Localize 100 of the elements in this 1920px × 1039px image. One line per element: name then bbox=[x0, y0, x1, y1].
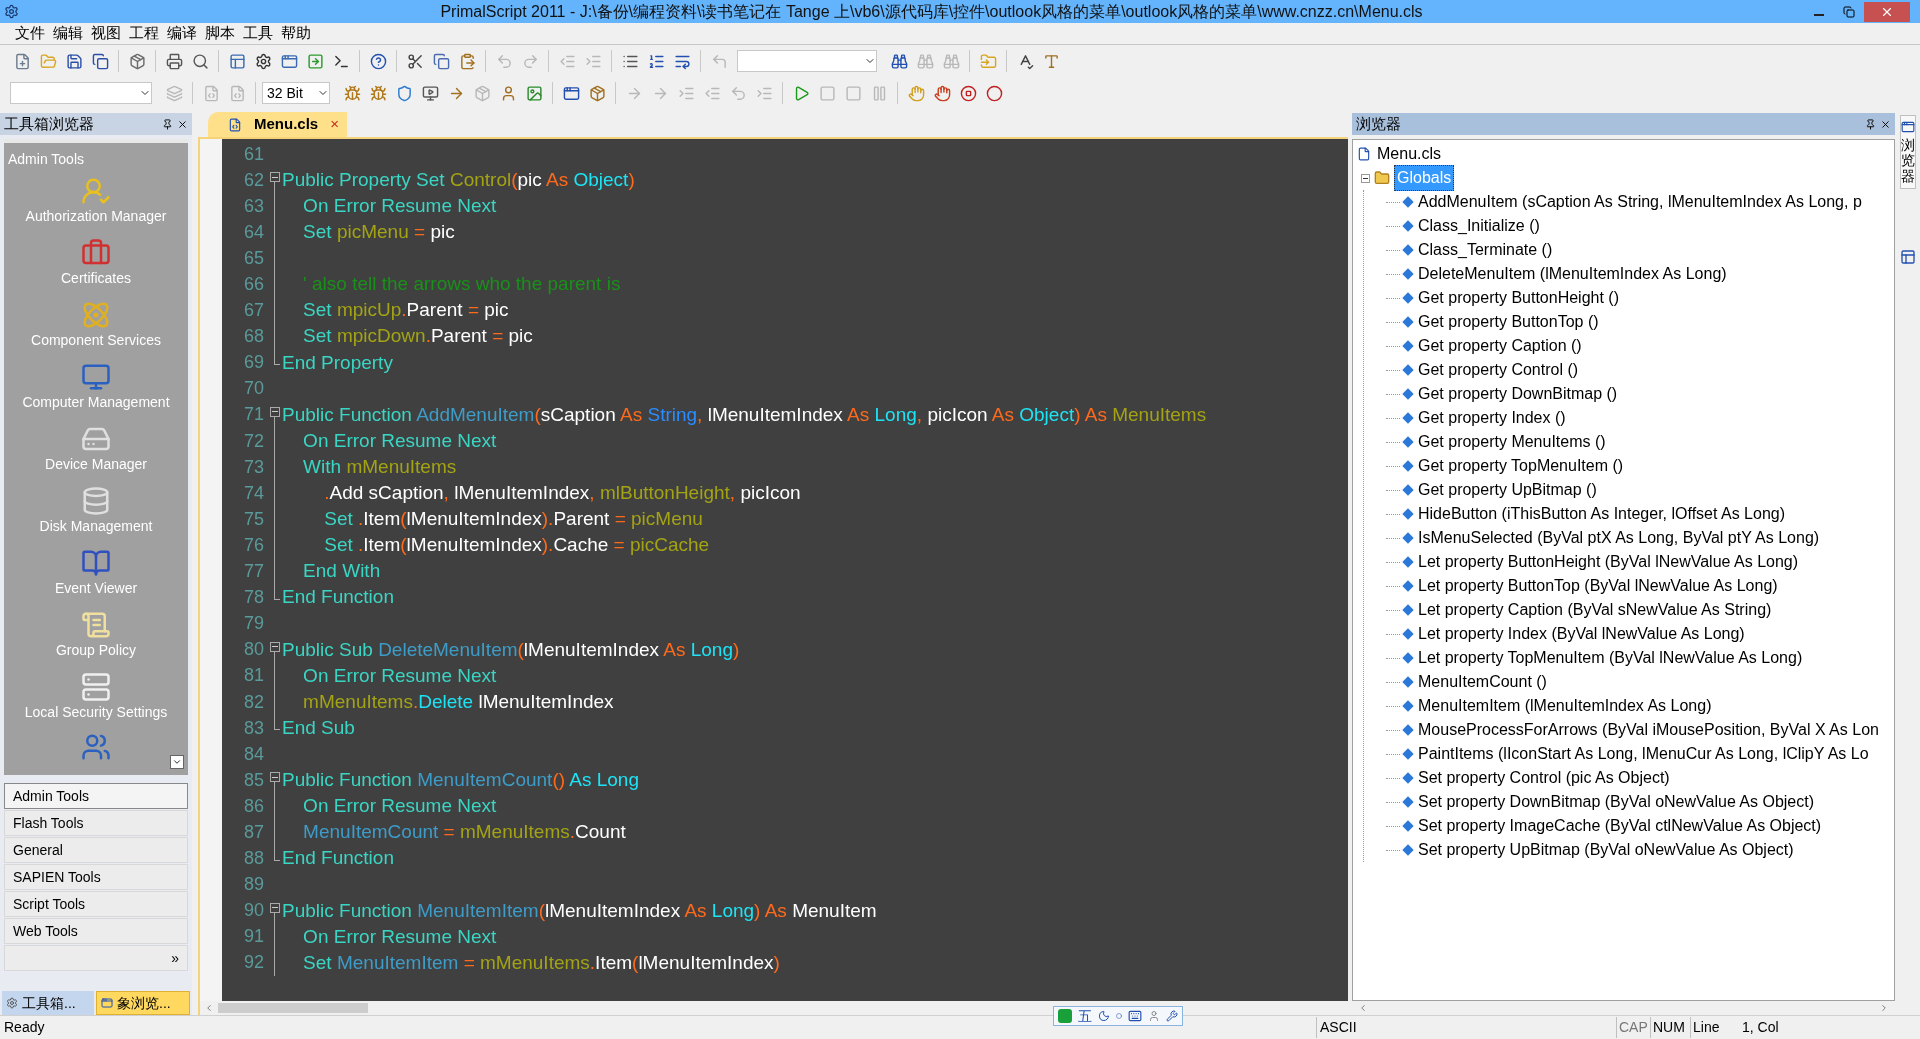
code-line: Set .Item(lMenuItemIndex).Parent = picMenu bbox=[323, 507, 703, 532]
scroll-down-button[interactable] bbox=[170, 755, 184, 769]
pin-icon[interactable] bbox=[162, 118, 173, 130]
menu-item[interactable]: 编辑 bbox=[52, 22, 84, 45]
tree-item[interactable]: MenuItemItem (lMenuItemIndex As Long) bbox=[1416, 694, 1714, 718]
method-icon bbox=[1402, 268, 1414, 280]
tree-item[interactable]: DeleteMenuItem (lMenuItemIndex As Long) bbox=[1416, 262, 1729, 286]
tree-item[interactable]: PaintItems (lIconStart As Long, lMenuCur As Long, lClipY As Lo bbox=[1416, 742, 1871, 766]
method-icon bbox=[1402, 196, 1414, 208]
menu-item[interactable]: 视图 bbox=[90, 22, 122, 45]
tree-item[interactable]: Get property ButtonHeight () bbox=[1416, 286, 1621, 310]
line-number: 89 bbox=[242, 873, 264, 897]
close-icon[interactable] bbox=[177, 118, 188, 130]
document-icon[interactable] bbox=[1899, 249, 1916, 266]
folder-icon bbox=[1374, 170, 1390, 186]
tree-item[interactable]: Get property UpBitmap () bbox=[1416, 478, 1599, 502]
editor-tab[interactable]: Menu.cls × bbox=[208, 112, 347, 137]
line-number: 78 bbox=[242, 586, 264, 610]
fold-toggle[interactable] bbox=[270, 902, 280, 913]
scroll-left-icon[interactable] bbox=[1358, 1003, 1368, 1013]
tree-item[interactable]: Class_Terminate () bbox=[1416, 238, 1555, 262]
window-icon bbox=[1900, 120, 1915, 134]
group-button[interactable]: Web Tools bbox=[4, 918, 188, 944]
tree-item[interactable]: Let property Index (ByVal lNewValue As Long) bbox=[1416, 622, 1747, 646]
menu-item[interactable]: 脚本 bbox=[204, 22, 236, 45]
tree-item[interactable]: Set property ImageCache (ByVal ctlNewValue As Object) bbox=[1416, 814, 1824, 838]
group-button[interactable]: SAPIEN Tools bbox=[4, 864, 188, 890]
scrollbar-thumb[interactable] bbox=[218, 1003, 368, 1013]
database-icon[interactable] bbox=[81, 485, 111, 516]
menu-item[interactable]: 文件 bbox=[14, 22, 46, 45]
tree-item[interactable]: MenuItemCount () bbox=[1416, 670, 1549, 694]
side-tab[interactable]: 浏览器 bbox=[1899, 115, 1916, 190]
code-editor[interactable] bbox=[222, 139, 1348, 1001]
group-button[interactable]: Admin Tools bbox=[4, 783, 188, 809]
line-number: 74 bbox=[242, 481, 264, 505]
fold-toggle[interactable] bbox=[270, 172, 280, 183]
line-number: 62 bbox=[242, 168, 264, 192]
tree-item[interactable]: Get property DownBitmap () bbox=[1416, 382, 1620, 406]
tree-item[interactable]: Get property Caption () bbox=[1416, 334, 1584, 358]
close-icon[interactable] bbox=[1880, 118, 1891, 130]
tree-item[interactable]: Set property Control (pic As Object) bbox=[1416, 766, 1672, 790]
line-number: 80 bbox=[242, 638, 264, 662]
fold-toggle[interactable] bbox=[270, 772, 280, 783]
code-line: ' also tell the arrows who the parent is bbox=[302, 272, 621, 297]
code-line: MenuItemCount = mMenuItems.Count bbox=[302, 820, 626, 845]
ime-mode[interactable]: 五 bbox=[1078, 1005, 1092, 1027]
group-button[interactable]: Flash Tools bbox=[4, 810, 188, 836]
pin-icon[interactable] bbox=[1865, 118, 1876, 130]
tree-item[interactable]: Get property Control () bbox=[1416, 358, 1581, 382]
fold-toggle[interactable] bbox=[270, 406, 280, 417]
server-icon[interactable] bbox=[81, 671, 111, 702]
keyboard-icon[interactable] bbox=[1128, 1009, 1142, 1023]
group-button[interactable]: Script Tools bbox=[4, 891, 188, 917]
method-icon bbox=[1402, 628, 1414, 640]
panel-tab[interactable]: 工具箱... bbox=[2, 991, 94, 1015]
tree-item[interactable]: Set property DownBitmap (ByVal oNewValue As Object) bbox=[1416, 790, 1817, 814]
more-button[interactable]: » bbox=[4, 945, 188, 971]
tree-item[interactable]: Let property ButtonTop (ByVal lNewValue As Long) bbox=[1416, 574, 1780, 598]
tree-item[interactable]: Get property ButtonTop () bbox=[1416, 310, 1601, 334]
tree-item[interactable]: Get property TopMenuItem () bbox=[1416, 454, 1626, 478]
tree-item[interactable]: Set property UpBitmap (ByVal oNewValue As Object) bbox=[1416, 838, 1796, 862]
menu-item[interactable]: 帮助 bbox=[280, 22, 312, 45]
menu-item[interactable]: 工程 bbox=[128, 22, 160, 45]
tree-item[interactable]: Class_Initialize () bbox=[1416, 214, 1542, 238]
wrench-icon[interactable] bbox=[1166, 1010, 1178, 1022]
group-button[interactable]: General bbox=[4, 837, 188, 863]
tree-item[interactable]: Get property Index () bbox=[1416, 406, 1568, 430]
menu-item[interactable]: 工具 bbox=[242, 22, 274, 45]
tree-item[interactable]: MouseProcessForArrows (ByVal iMousePosition, ByVal X As Lon bbox=[1416, 718, 1881, 742]
tree-item[interactable]: Menu.cls bbox=[1375, 142, 1444, 166]
code-line: End Function bbox=[282, 585, 394, 610]
method-icon bbox=[1402, 364, 1414, 376]
tree-item[interactable]: Let property Caption (ByVal sNewValue As String) bbox=[1416, 598, 1774, 622]
user-icon[interactable] bbox=[1148, 1010, 1160, 1022]
menu-item[interactable]: 编译 bbox=[166, 22, 198, 45]
code-line: Set .Item(lMenuItemIndex).Cache = picCache bbox=[323, 533, 710, 558]
punctuation-icon[interactable] bbox=[1116, 1013, 1122, 1019]
line-number: 79 bbox=[242, 612, 264, 636]
close-button[interactable] bbox=[1864, 1, 1910, 22]
tree-item[interactable]: HideButton (iThisButton As Integer, lOffset As Long) bbox=[1416, 502, 1788, 526]
platform-combo[interactable]: 32 Bit bbox=[262, 82, 330, 104]
tree-item[interactable]: Get property MenuItems () bbox=[1416, 430, 1608, 454]
tree-item[interactable]: IsMenuSelected (ByVal ptX As Long, ByVal ptY As Long) bbox=[1416, 526, 1822, 550]
scroll-left-icon[interactable] bbox=[204, 1003, 214, 1013]
scroll-right-icon[interactable] bbox=[1879, 1003, 1889, 1013]
status-num: NUM bbox=[1650, 1017, 1690, 1038]
method-icon bbox=[1402, 700, 1414, 712]
moon-icon[interactable] bbox=[1098, 1010, 1110, 1022]
fold-toggle[interactable] bbox=[270, 641, 280, 652]
users-icon[interactable] bbox=[81, 732, 111, 762]
tab-close[interactable]: × bbox=[330, 113, 339, 136]
code-line: Set mpicDown.Parent = pic bbox=[302, 324, 533, 349]
tree-item[interactable]: AddMenuItem (sCaption As String, lMenuItemIndex As Long, p bbox=[1416, 190, 1864, 214]
method-icon bbox=[1402, 412, 1414, 424]
tree-item[interactable]: Let property TopMenuItem (ByVal lNewValue As Long) bbox=[1416, 646, 1805, 670]
panel-tab[interactable]: 象浏览... bbox=[96, 991, 190, 1015]
expander[interactable] bbox=[1361, 173, 1370, 183]
gear-icon bbox=[6, 997, 18, 1009]
tree-item[interactable]: Let property ButtonHeight (ByVal lNewValue As Long) bbox=[1416, 550, 1801, 574]
line-number: 90 bbox=[242, 899, 264, 923]
